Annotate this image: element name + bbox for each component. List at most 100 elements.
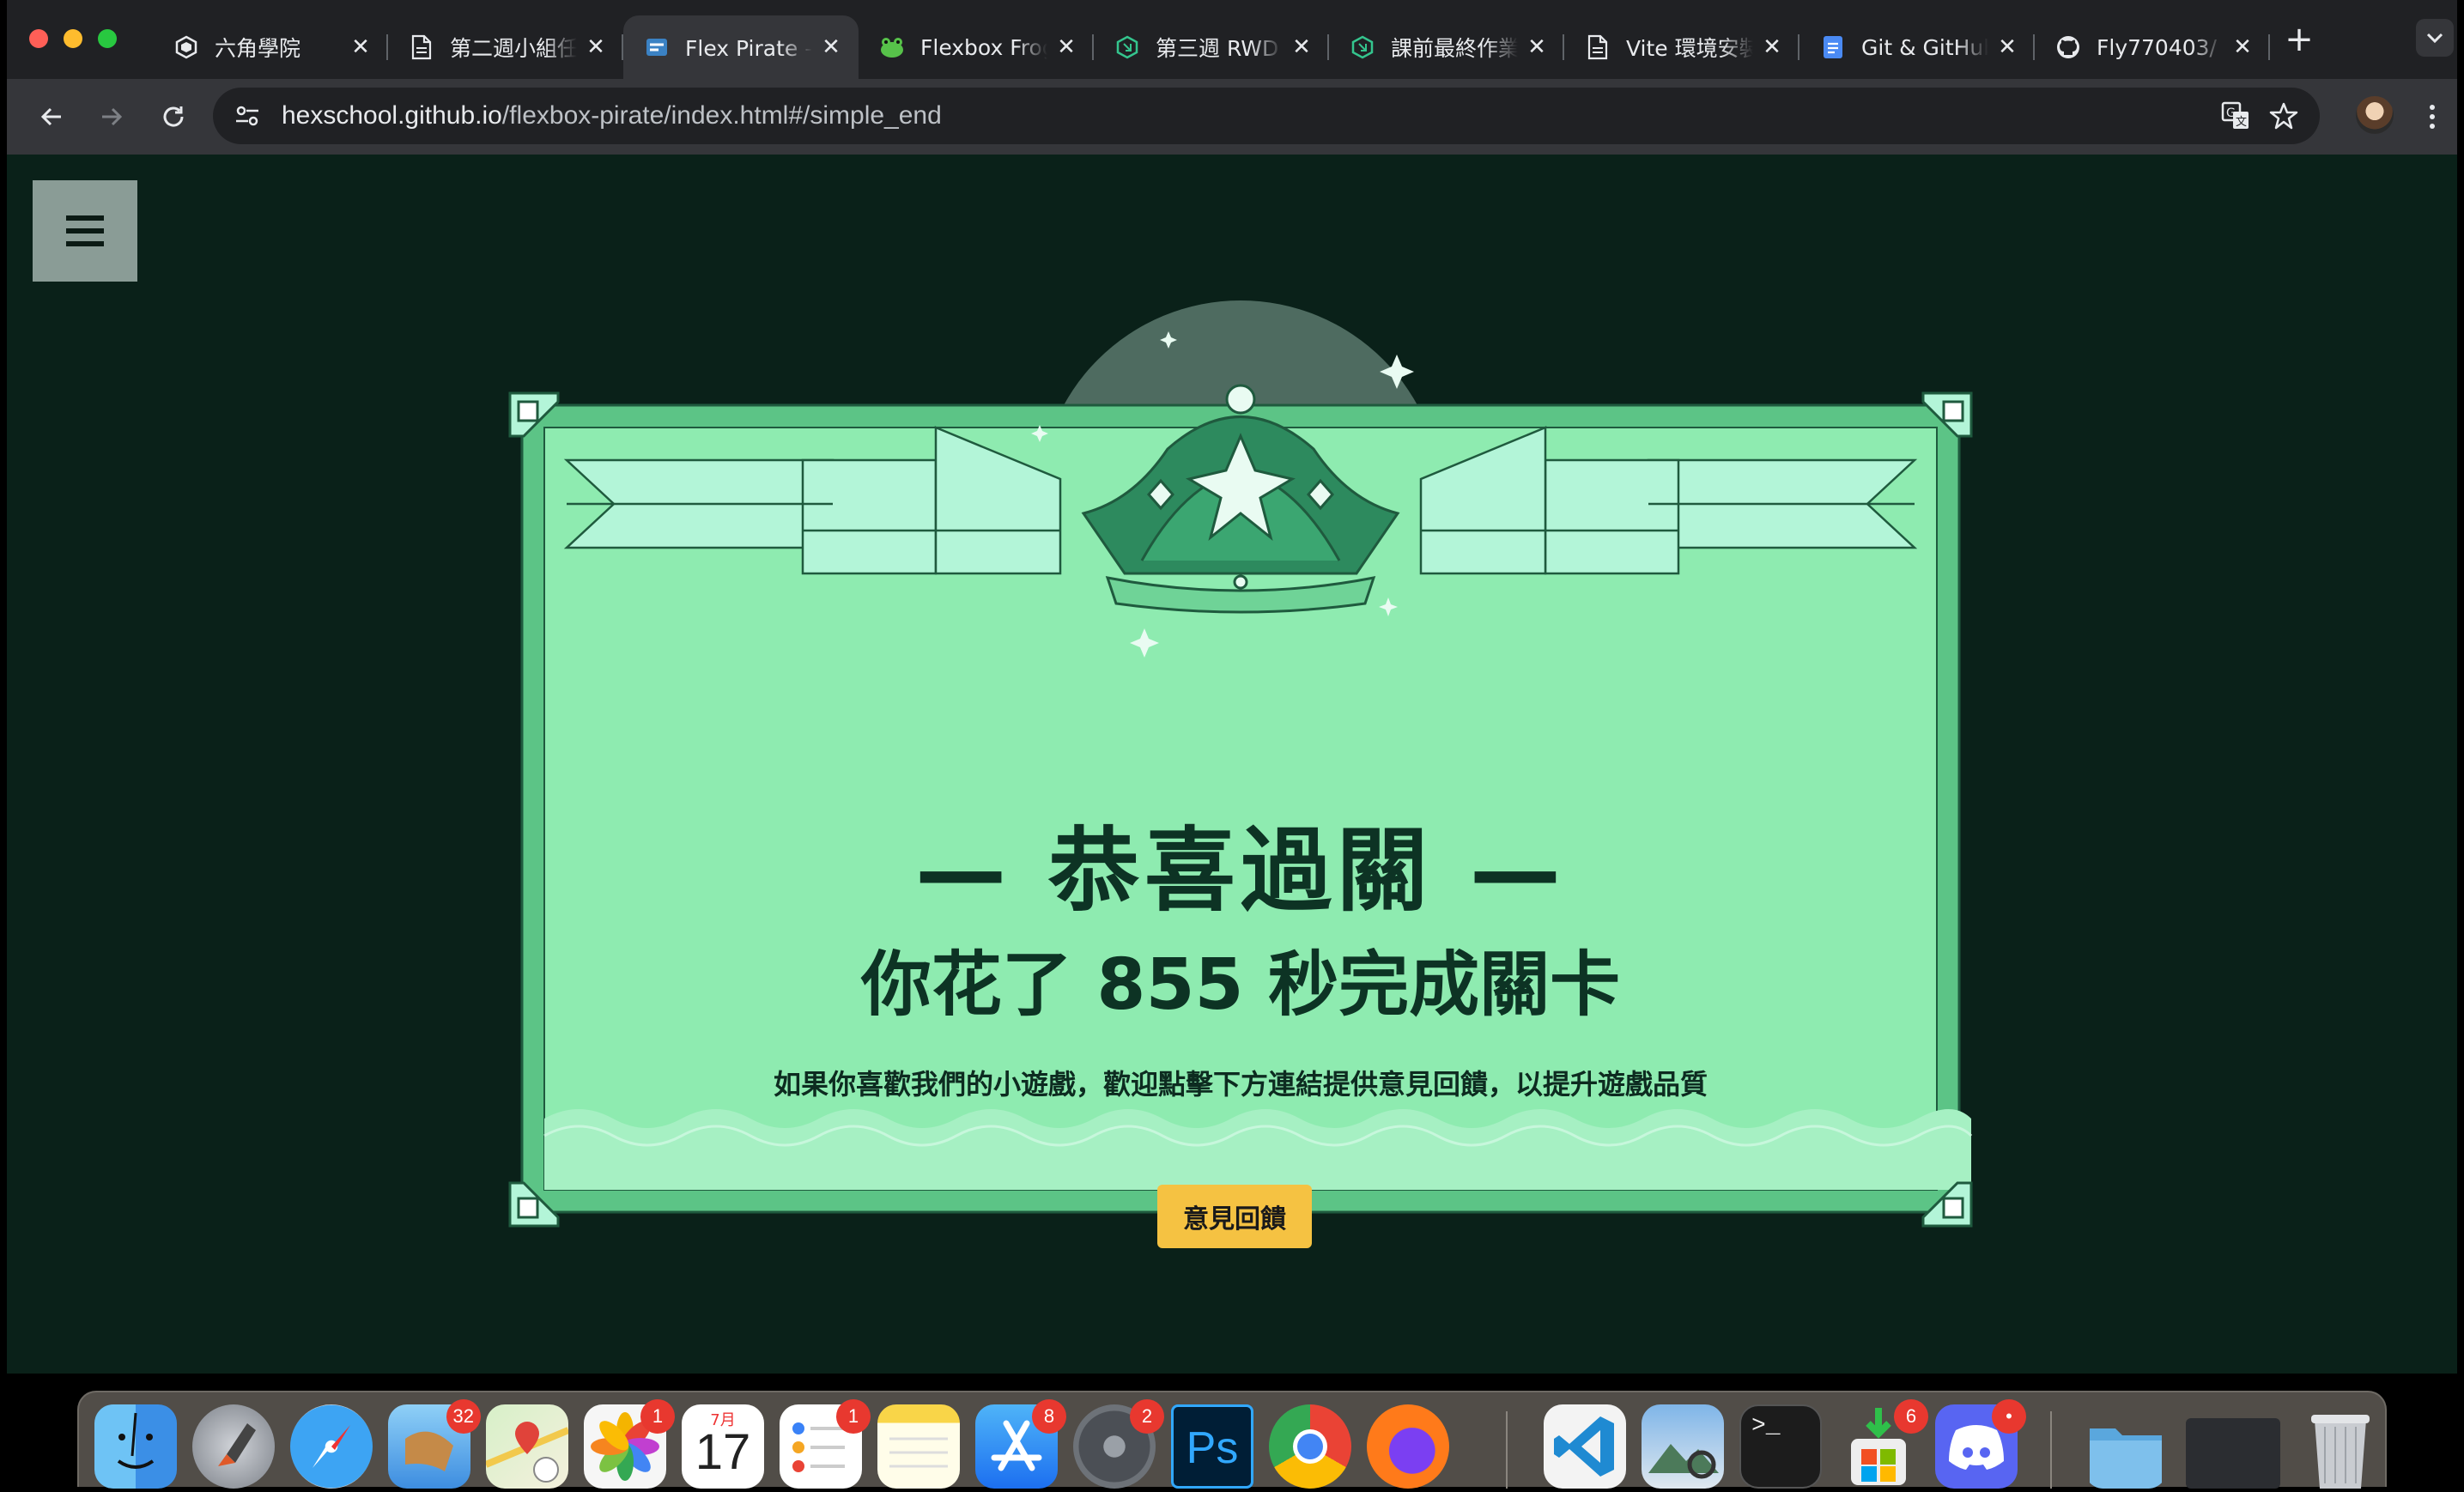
reload-button[interactable] — [155, 98, 192, 136]
back-button[interactable] — [33, 98, 70, 136]
reminders-badge: 1 — [836, 1399, 871, 1434]
tab-git-github[interactable]: Git & GitHub ✕ — [1799, 15, 2035, 79]
frog-icon — [879, 34, 905, 60]
tab-title: Vite 環境安裝 — [1626, 36, 1753, 61]
tab-title: Git & GitHub — [1861, 34, 1988, 60]
calendar-day: 17 — [695, 1424, 751, 1480]
firefox-icon[interactable] — [1367, 1404, 1449, 1489]
discord-icon[interactable]: • — [1935, 1399, 2026, 1489]
forward-button[interactable] — [93, 98, 130, 136]
url-path: /flexbox-pirate/index.html#/simple_end — [501, 101, 942, 130]
url-host: hexschool.github.io — [282, 101, 502, 130]
page-title: — 恭喜過關 — — [915, 818, 1566, 924]
notes-icon[interactable] — [877, 1404, 960, 1489]
folder-icon[interactable] — [2085, 1404, 2167, 1489]
dock-area: 32 1 7月 17 1 8 2 Ps >_ 6 • — [0, 1374, 2464, 1489]
close-icon[interactable]: ✕ — [1054, 34, 1078, 60]
photos-badge: 1 — [640, 1399, 675, 1434]
tune-icon — [236, 106, 258, 126]
arrow-right-icon — [102, 107, 123, 126]
google-docs-icon — [1820, 34, 1846, 60]
tab-title: 課前最終作業 — [1391, 36, 1518, 61]
time-prefix: 你花了 — [860, 944, 1072, 1026]
tab-title: 第二週小組任務 — [450, 36, 577, 61]
tab-title: Flex Pirate - Flexbox 遊戲 — [685, 36, 812, 61]
address-bar[interactable]: hexschool.github.io/flexbox-pirate/index… — [213, 88, 2320, 144]
preview-icon[interactable] — [1642, 1404, 1724, 1489]
github-icon — [2055, 34, 2081, 60]
completion-time: 你花了 855 秒完成關卡 — [507, 927, 1975, 1029]
installer-icon[interactable]: 6 — [1837, 1399, 1928, 1489]
dock-separator — [1506, 1411, 1508, 1489]
app-store-icon[interactable]: 8 — [975, 1399, 1066, 1489]
tab-title: Fly770403/ — [2097, 34, 2217, 60]
feedback-prompt: 如果你喜歡我們的小遊戲，歡迎點擊下方連結提供意見回饋，以提升遊戲品質 — [773, 1068, 1708, 1101]
window-thumbnail-icon[interactable] — [2186, 1418, 2280, 1489]
svg-text:文: 文 — [2236, 116, 2247, 129]
tab-week3-rwd[interactable]: 第三週 RWD ✕ — [1094, 15, 1329, 79]
tab-group-task[interactable]: 第二週小組任務 ✕ — [388, 15, 623, 79]
zoom-window-button[interactable] — [98, 29, 117, 48]
terminal-label: >_ — [1751, 1413, 1781, 1440]
launchpad-icon[interactable] — [192, 1404, 275, 1489]
reminders-icon[interactable]: 1 — [780, 1399, 871, 1489]
more-vert-icon — [2430, 105, 2435, 129]
trash-icon[interactable] — [2299, 1404, 2382, 1489]
reload-icon — [163, 106, 184, 127]
app-store-badge: 8 — [1032, 1399, 1066, 1434]
hexagon-icon — [1350, 34, 1375, 60]
finder-icon[interactable] — [94, 1404, 177, 1489]
system-settings-icon[interactable]: 2 — [1073, 1399, 1164, 1489]
feedback-button[interactable]: 意見回饋 — [1157, 1185, 1312, 1248]
chrome-icon[interactable] — [1269, 1404, 1351, 1489]
settings-badge: 2 — [1130, 1399, 1164, 1434]
photoshop-icon[interactable]: Ps — [1171, 1404, 1253, 1489]
url-text[interactable]: hexschool.github.io/flexbox-pirate/index… — [282, 88, 942, 144]
dock: 32 1 7月 17 1 8 2 Ps >_ 6 • — [77, 1391, 2387, 1489]
close-icon[interactable]: ✕ — [1760, 34, 1784, 60]
tab-flex-pirate[interactable]: Flex Pirate - Flexbox 遊戲 ✕ — [623, 15, 859, 79]
close-window-button[interactable] — [29, 29, 48, 48]
browser-menu-button[interactable] — [2419, 98, 2445, 136]
page-viewport: — 恭喜過關 — 你花了 855 秒完成關卡 如果你喜歡我們的小遊戲，歡迎點擊下… — [7, 155, 2457, 1374]
browser-toolbar: hexschool.github.io/flexbox-pirate/index… — [7, 79, 2457, 155]
terminal-icon[interactable]: >_ — [1739, 1404, 1822, 1489]
time-suffix: 秒完成關卡 — [1268, 944, 1621, 1026]
maps-icon[interactable] — [484, 1404, 570, 1489]
safari-icon[interactable] — [290, 1404, 373, 1489]
tab-github-repo[interactable]: Fly770403/ ✕ — [2035, 15, 2270, 79]
minimize-window-button[interactable] — [64, 29, 82, 48]
photos-icon[interactable]: 1 — [584, 1399, 675, 1489]
close-icon[interactable]: ✕ — [1290, 34, 1314, 60]
close-icon[interactable]: ✕ — [349, 34, 373, 60]
profile-avatar[interactable] — [2356, 96, 2394, 134]
tab-title: Flexbox Froggy — [920, 34, 1047, 60]
close-icon[interactable]: ✕ — [2230, 34, 2255, 60]
site-info-button[interactable] — [230, 99, 264, 133]
tab-hexschool[interactable]: 六角學院 ✕ — [153, 15, 388, 79]
discord-badge: • — [1992, 1399, 2026, 1434]
new-tab-button[interactable]: + — [2282, 22, 2316, 57]
translate-icon[interactable]: G文 — [2218, 99, 2253, 133]
tab-strip: 六角學院 ✕ 第二週小組任務 ✕ Flex Pirate - Flexbox 遊… — [7, 0, 2457, 79]
tab-vite-setup[interactable]: Vite 環境安裝 ✕ — [1564, 15, 1799, 79]
vscode-icon[interactable] — [1544, 1404, 1626, 1489]
close-icon[interactable]: ✕ — [1525, 34, 1549, 60]
calendar-icon[interactable]: 7月 17 — [682, 1404, 764, 1489]
tab-final-homework[interactable]: 課前最終作業 ✕ — [1329, 15, 1564, 79]
seconds-value: 855 — [1096, 944, 1244, 1026]
bookmark-star-icon[interactable] — [2267, 99, 2301, 133]
close-icon[interactable]: ✕ — [819, 34, 843, 60]
close-icon[interactable]: ✕ — [1995, 34, 2019, 60]
mail-badge: 32 — [446, 1399, 481, 1434]
tab-list: 六角學院 ✕ 第二週小組任務 ✕ Flex Pirate - Flexbox 遊… — [153, 15, 2270, 79]
tab-search-button[interactable] — [2416, 19, 2454, 57]
photoshop-label: Ps — [1186, 1423, 1239, 1473]
dock-separator — [2050, 1411, 2052, 1489]
document-icon — [1585, 34, 1611, 60]
flex-pirate-icon — [644, 34, 670, 60]
close-icon[interactable]: ✕ — [584, 34, 608, 60]
mail-icon[interactable]: 32 — [388, 1399, 481, 1489]
tab-flexbox-froggy[interactable]: Flexbox Froggy ✕ — [859, 15, 1094, 79]
menu-button[interactable] — [33, 180, 137, 282]
